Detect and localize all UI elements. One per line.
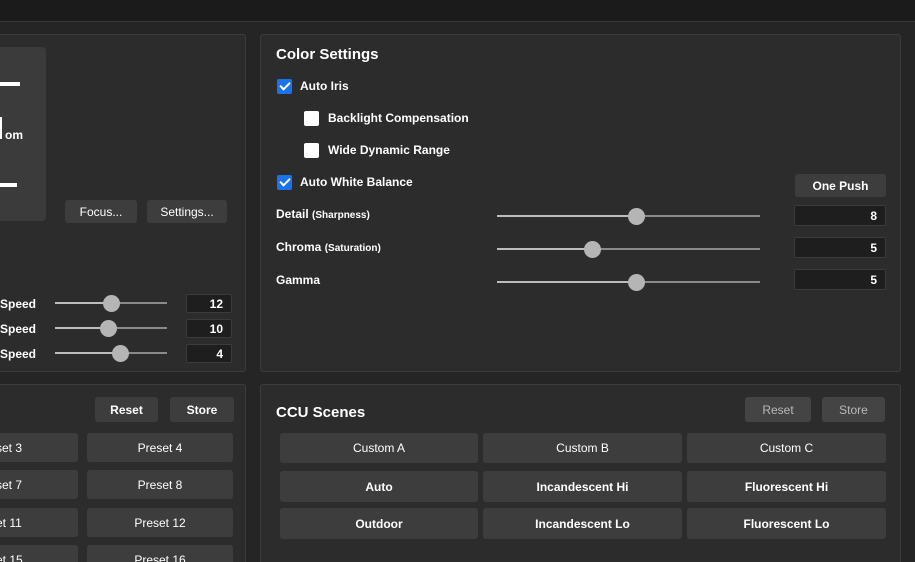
speed-label-2: Speed <box>0 322 37 336</box>
chroma-value[interactable]: 5 <box>794 237 886 258</box>
color-settings-panel <box>260 34 901 372</box>
scene-fluorescent-lo[interactable]: Fluorescent Lo <box>687 508 886 539</box>
preset-8-button[interactable]: Preset 8 <box>87 470 233 499</box>
preset-12-button[interactable]: Preset 12 <box>87 508 233 537</box>
scene-outdoor[interactable]: Outdoor <box>280 508 478 539</box>
gamma-slider[interactable] <box>497 274 760 291</box>
preset-11-button[interactable]: et 11 <box>0 508 78 537</box>
scene-custom-b[interactable]: Custom B <box>483 433 682 463</box>
zoom-in-icon[interactable] <box>0 117 2 139</box>
settings-button[interactable]: Settings... <box>147 200 227 223</box>
wdr-label: Wide Dynamic Range <box>328 143 450 157</box>
detail-value[interactable]: 8 <box>794 205 886 226</box>
slider-thumb <box>99 320 117 337</box>
scene-custom-c[interactable]: Custom C <box>687 433 886 463</box>
presets-store-button[interactable]: Store <box>170 397 234 422</box>
detail-slider[interactable] <box>497 208 760 225</box>
preset-16-button[interactable]: Preset 16 <box>87 545 233 562</box>
chroma-label-text: Chroma <box>276 240 322 254</box>
scene-fluorescent-hi[interactable]: Fluorescent Hi <box>687 471 886 502</box>
chroma-sublabel: (Saturation) <box>324 243 381 254</box>
awb-label: Auto White Balance <box>300 175 413 189</box>
ccu-store-button[interactable]: Store <box>822 397 885 422</box>
ccu-reset-button[interactable]: Reset <box>745 397 811 422</box>
slider-thumb <box>628 208 646 225</box>
presets-reset-button[interactable]: Reset <box>95 397 158 422</box>
detail-label: Detail (Sharpness) <box>276 207 370 221</box>
speed-slider-3[interactable] <box>55 345 167 362</box>
wdr-checkbox[interactable] <box>304 143 319 158</box>
zoom-label: om <box>5 128 23 142</box>
preset-7-button[interactable]: set 7 <box>0 470 78 499</box>
preset-4-button[interactable]: Preset 4 <box>87 433 233 462</box>
detail-sublabel: (Sharpness) <box>312 210 370 221</box>
speed-label-1: Speed <box>0 297 37 311</box>
top-bar <box>0 0 915 22</box>
slider-thumb <box>628 274 646 291</box>
awb-checkbox[interactable] <box>277 175 292 190</box>
scene-custom-a[interactable]: Custom A <box>280 433 478 463</box>
zoom-out-icon[interactable] <box>0 183 17 187</box>
slider-thumb <box>583 241 601 258</box>
auto-iris-checkbox[interactable] <box>277 79 292 94</box>
speed-slider-1[interactable] <box>55 295 167 312</box>
preset-3-button[interactable]: set 3 <box>0 433 78 462</box>
scene-incandescent-lo[interactable]: Incandescent Lo <box>483 508 682 539</box>
slider-thumb <box>103 295 120 312</box>
speed-value-1[interactable]: 12 <box>186 294 232 313</box>
gamma-label: Gamma <box>276 273 321 287</box>
backlight-checkbox[interactable] <box>304 111 319 126</box>
auto-iris-label: Auto Iris <box>300 79 349 93</box>
speed-value-3[interactable]: 4 <box>186 344 232 363</box>
chroma-label: Chroma (Saturation) <box>276 240 381 254</box>
one-push-button[interactable]: One Push <box>795 174 886 197</box>
preset-15-button[interactable]: et 15 <box>0 545 78 562</box>
color-settings-title: Color Settings <box>276 46 379 63</box>
ccu-scenes-title: CCU Scenes <box>276 404 366 421</box>
scene-incandescent-hi[interactable]: Incandescent Hi <box>483 471 682 502</box>
chroma-slider[interactable] <box>497 241 760 258</box>
detail-label-text: Detail <box>276 207 309 221</box>
gamma-value[interactable]: 5 <box>794 269 886 290</box>
speed-slider-2[interactable] <box>55 320 167 337</box>
zoom-in-icon-bar <box>0 82 20 86</box>
backlight-label: Backlight Compensation <box>328 111 469 125</box>
speed-label-3: Speed <box>0 347 37 361</box>
speed-value-2[interactable]: 10 <box>186 319 232 338</box>
scene-auto[interactable]: Auto <box>280 471 478 502</box>
focus-button[interactable]: Focus... <box>65 200 137 223</box>
slider-thumb <box>111 345 129 362</box>
